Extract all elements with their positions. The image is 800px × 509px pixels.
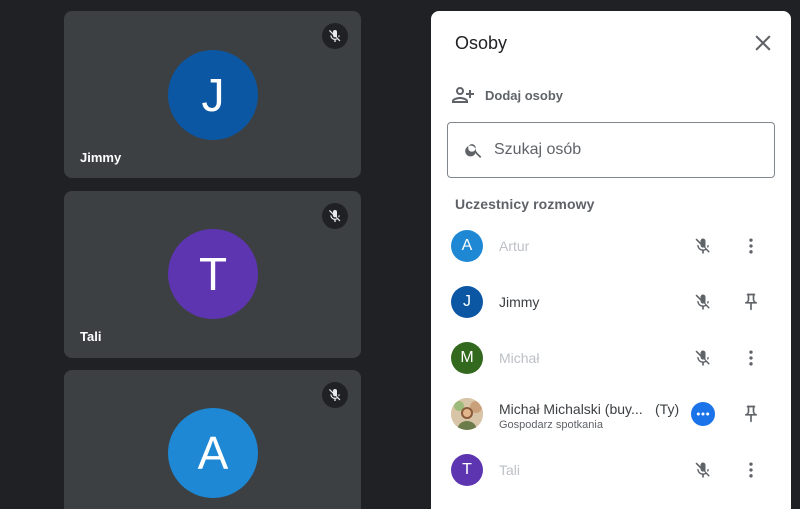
search-box <box>447 122 775 178</box>
add-person-icon <box>452 87 474 103</box>
you-label: (Ty) <box>655 401 680 417</box>
avatar: J <box>168 50 258 140</box>
mic-off-icon <box>322 203 348 229</box>
avatar-photo <box>451 398 483 430</box>
mic-off-icon <box>691 290 715 314</box>
section-heading: Uczestnicy rozmowy <box>455 196 595 212</box>
avatar: J <box>451 286 483 318</box>
video-tile-tali[interactable]: T Tali <box>64 191 361 358</box>
participant-name: Tali <box>80 329 102 344</box>
pin-button[interactable] <box>739 290 763 314</box>
host-label: Gospodarz spotkania <box>499 419 603 431</box>
participant-name: Artur <box>499 238 530 254</box>
avatar: M <box>451 342 483 374</box>
more-vert-icon <box>749 350 753 366</box>
more-vert-icon <box>749 462 753 478</box>
more-vert-icon <box>749 238 753 254</box>
more-options-button[interactable] <box>691 402 715 426</box>
avatar: A <box>451 230 483 262</box>
participant-name: Michał Michalski (buy... <box>499 401 643 417</box>
avatar: A <box>168 408 258 498</box>
video-tile-jimmy[interactable]: J Jimmy <box>64 11 361 178</box>
pin-icon <box>745 405 757 423</box>
video-tile-artur[interactable]: A <box>64 370 361 509</box>
search-input[interactable] <box>494 141 754 159</box>
add-people-button[interactable]: Dodaj osoby <box>451 83 563 107</box>
participant-row[interactable]: T Tali <box>431 442 791 498</box>
participant-name: Jimmy <box>80 150 122 165</box>
more-options-button[interactable] <box>739 458 763 482</box>
panel-title: Osoby <box>455 33 508 53</box>
participant-name: Tali <box>499 462 521 478</box>
pin-button[interactable] <box>739 402 763 426</box>
participant-row[interactable]: M Michał <box>431 330 791 386</box>
participant-name: Michał <box>499 350 540 366</box>
participant-row[interactable]: J Jimmy <box>431 274 791 330</box>
close-icon <box>755 35 771 51</box>
mic-off-icon <box>691 234 715 258</box>
avatar <box>451 398 483 430</box>
avatar: T <box>168 229 258 319</box>
participant-name: Jimmy <box>499 294 540 310</box>
more-horiz-icon <box>696 412 710 416</box>
more-options-button[interactable] <box>739 234 763 258</box>
participant-row-self[interactable]: Michał Michalski (buy... (Ty) Gospodarz … <box>431 386 791 442</box>
add-people-label: Dodaj osoby <box>485 87 564 103</box>
mic-off-icon <box>691 458 715 482</box>
pin-icon <box>745 293 757 311</box>
mic-off-icon <box>322 23 348 49</box>
more-options-button[interactable] <box>739 346 763 370</box>
mic-off-icon <box>322 382 348 408</box>
close-button[interactable] <box>751 31 775 55</box>
search-icon <box>465 144 482 158</box>
avatar: T <box>451 454 483 486</box>
participant-row[interactable]: A Artur <box>431 218 791 274</box>
people-panel: Osoby Dodaj osoby Uczestnicy rozmowy A A… <box>431 11 791 509</box>
mic-off-icon <box>691 346 715 370</box>
